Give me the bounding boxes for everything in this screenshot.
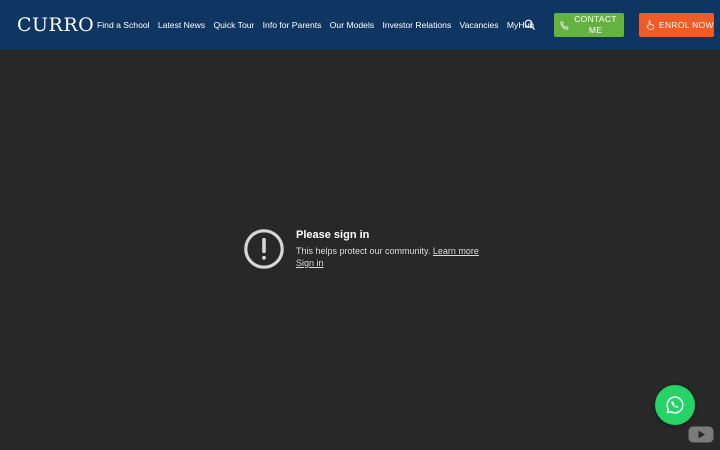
sign-in-title: Please sign in	[296, 229, 370, 241]
search-icon[interactable]	[524, 19, 535, 30]
exclamation-circle-icon	[244, 229, 284, 269]
nav-info-for-parents[interactable]: Info for Parents	[263, 20, 322, 30]
sign-in-text: Please sign in This helps protect our co…	[296, 229, 516, 268]
nav-vacancies[interactable]: Vacancies	[460, 20, 499, 30]
enrol-now-button[interactable]: ENROL NOW	[639, 13, 714, 37]
youtube-icon[interactable]	[688, 426, 714, 443]
phone-icon	[560, 20, 569, 30]
site-header: CURRO Find a School Latest News Quick To…	[0, 0, 720, 50]
sign-in-message-text: This helps protect our community.	[296, 246, 431, 256]
contact-me-button[interactable]: CONTACT ME	[554, 13, 624, 37]
whatsapp-button[interactable]	[655, 385, 695, 425]
learn-more-link[interactable]: Learn more	[433, 246, 479, 256]
nav-quick-tour[interactable]: Quick Tour	[213, 20, 254, 30]
sign-in-message: This helps protect our community. Learn …	[296, 246, 516, 257]
hand-pointer-icon	[646, 20, 654, 30]
nav-our-models[interactable]: Our Models	[330, 20, 374, 30]
sign-in-link[interactable]: Sign in	[296, 258, 516, 268]
whatsapp-icon	[666, 396, 684, 414]
curro-logo[interactable]: CURRO	[17, 13, 94, 37]
nav-find-a-school[interactable]: Find a School	[97, 20, 150, 30]
contact-me-label: CONTACT ME	[574, 14, 617, 35]
enrol-now-label: ENROL NOW	[659, 20, 714, 30]
main-nav: Find a School Latest News Quick Tour Inf…	[97, 0, 542, 50]
nav-latest-news[interactable]: Latest News	[158, 20, 205, 30]
nav-investor-relations[interactable]: Investor Relations	[382, 20, 451, 30]
